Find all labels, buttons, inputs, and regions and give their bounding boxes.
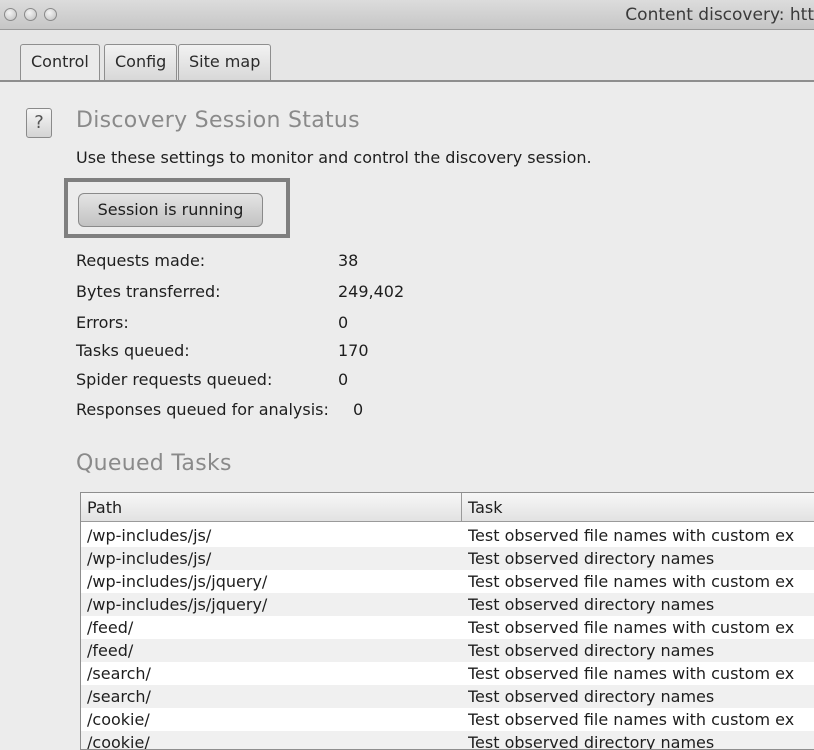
task-cell: Test observed directory names — [468, 733, 715, 750]
stat-label-spider-queued: Spider requests queued: — [76, 370, 273, 389]
stat-value-spider-queued: 0 — [338, 370, 349, 389]
minimize-window-button[interactable] — [24, 8, 37, 21]
stat-label-requests: Requests made: — [76, 251, 206, 270]
path-cell: /cookie/ — [87, 733, 150, 750]
task-cell: Test observed file names with custom ex — [468, 710, 795, 729]
stat-label-bytes: Bytes transferred: — [76, 282, 221, 301]
path-cell: /wp-includes/js/ — [87, 549, 212, 568]
column-header-task[interactable]: Task — [462, 493, 814, 522]
section-title-queued: Queued Tasks — [76, 451, 232, 476]
column-header-path[interactable]: Path — [81, 493, 462, 522]
path-cell: /feed/ — [87, 641, 134, 660]
task-cell: Test observed file names with custom ex — [468, 572, 795, 591]
table-header: Path Task — [81, 493, 814, 522]
task-cell: Test observed file names with custom ex — [468, 664, 795, 683]
task-cell: Test observed directory names — [468, 595, 715, 614]
stat-label-errors: Errors: — [76, 313, 129, 332]
help-icon[interactable]: ? — [26, 108, 52, 138]
path-cell: /cookie/ — [87, 710, 150, 729]
table-row[interactable]: /wp-includes/js/ Test observed directory… — [81, 547, 814, 570]
table-row[interactable]: /cookie/ Test observed file names with c… — [81, 708, 814, 731]
status-description: Use these settings to monitor and contro… — [76, 148, 592, 167]
tab-control[interactable]: Control — [20, 44, 100, 80]
stat-value-requests: 38 — [338, 251, 359, 270]
stat-label-responses-queued: Responses queued for analysis: — [76, 400, 329, 419]
table-row[interactable]: /wp-includes/js/jquery/ Test observed fi… — [81, 570, 814, 593]
path-cell: /wp-includes/js/ — [87, 526, 212, 545]
tab-site-map[interactable]: Site map — [178, 44, 272, 80]
table-row[interactable]: /cookie/ Test observed directory names — [81, 731, 814, 750]
task-cell: Test observed directory names — [468, 549, 715, 568]
table-row[interactable]: /wp-includes/js/jquery/ Test observed di… — [81, 593, 814, 616]
path-cell: /search/ — [87, 664, 151, 683]
table-row[interactable]: /search/ Test observed directory names — [81, 685, 814, 708]
title-bar: Content discovery: htt — [0, 0, 814, 30]
path-cell: /wp-includes/js/jquery/ — [87, 572, 268, 591]
tab-divider — [0, 80, 814, 82]
path-cell: /search/ — [87, 687, 151, 706]
stat-value-errors: 0 — [338, 313, 349, 332]
session-running-button[interactable]: Session is running — [78, 193, 263, 227]
stat-value-bytes: 249,402 — [338, 282, 405, 301]
section-title-status: Discovery Session Status — [76, 108, 360, 133]
path-cell: /wp-includes/js/jquery/ — [87, 595, 268, 614]
path-cell: /feed/ — [87, 618, 134, 637]
stat-value-tasks-queued: 170 — [338, 341, 369, 360]
queued-tasks-table[interactable]: Path Task /wp-includes/js/ Test observed… — [80, 492, 814, 750]
task-cell: Test observed directory names — [468, 687, 715, 706]
stat-value-responses-queued: 0 — [353, 400, 364, 419]
task-cell: Test observed file names with custom ex — [468, 618, 795, 637]
close-window-button[interactable] — [4, 8, 17, 21]
table-row[interactable]: /feed/ Test observed file names with cus… — [81, 616, 814, 639]
table-row[interactable]: /feed/ Test observed directory names — [81, 639, 814, 662]
stat-label-tasks-queued: Tasks queued: — [76, 341, 190, 360]
tab-config[interactable]: Config — [104, 44, 178, 80]
table-row[interactable]: /wp-includes/js/ Test observed file name… — [81, 524, 814, 547]
zoom-window-button[interactable] — [44, 8, 57, 21]
table-row[interactable]: /search/ Test observed file names with c… — [81, 662, 814, 685]
task-cell: Test observed directory names — [468, 641, 715, 660]
window-title: Content discovery: htt — [625, 5, 814, 25]
task-cell: Test observed file names with custom ex — [468, 526, 795, 545]
